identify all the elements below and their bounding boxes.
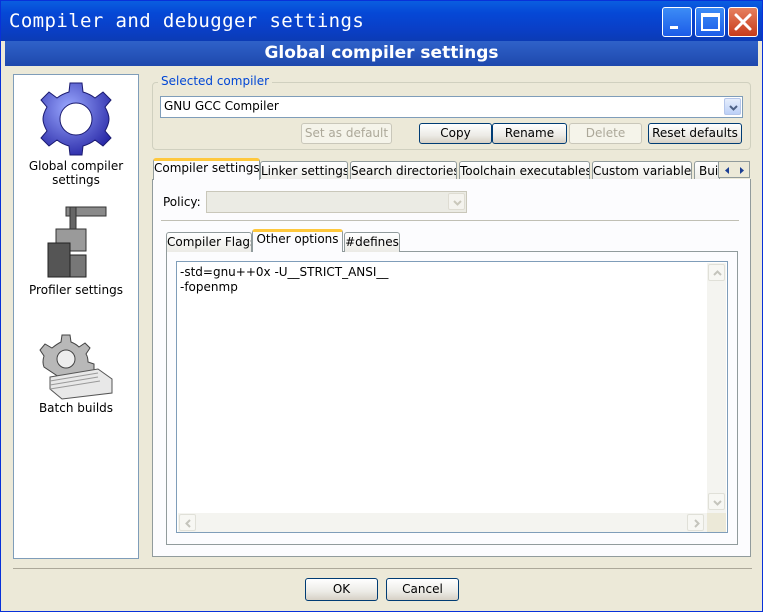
cancel-button[interactable]: Cancel	[386, 578, 459, 601]
policy-label: Policy:	[163, 195, 201, 209]
other-options-editor[interactable]: -std=gnu++0x -U__STRICT_ANSI__ -fopenmp	[176, 261, 728, 533]
vertical-scrollbar[interactable]	[707, 263, 726, 513]
policy-select[interactable]	[206, 191, 467, 213]
chevron-down-icon	[448, 193, 465, 210]
reset-defaults-button[interactable]: Reset defaults	[648, 123, 742, 144]
rename-button[interactable]: Rename	[492, 123, 567, 144]
tab-compiler-settings[interactable]: Compiler settings	[153, 158, 260, 180]
maximize-button[interactable]	[695, 7, 725, 37]
editor-line: -std=gnu++0x -U__STRICT_ANSI__	[180, 265, 389, 279]
title-bar[interactable]: Compiler and debugger settings	[1, 1, 762, 41]
tab-compiler-flags[interactable]: Compiler Flags	[166, 232, 252, 252]
compiler-select[interactable]: GNU GCC Compiler	[160, 96, 743, 118]
scroll-up-button[interactable]	[708, 264, 725, 281]
chevron-down-icon	[724, 98, 741, 115]
sidebar-item-label: Global compiler settings	[28, 159, 124, 187]
gear-icon	[40, 82, 112, 156]
horizontal-scrollbar[interactable]	[178, 513, 707, 532]
tab-scroll-arrows-icon[interactable]	[719, 162, 751, 179]
scroll-left-button[interactable]	[179, 514, 196, 531]
tab-defines[interactable]: #defines	[344, 232, 400, 252]
profiler-icon	[47, 206, 107, 278]
chevron-down-icon	[713, 500, 722, 506]
compiler-select-value: GNU GCC Compiler	[164, 99, 279, 113]
sidebar-item-profiler[interactable]: Profiler settings	[14, 203, 138, 297]
window-title: Compiler and debugger settings	[9, 10, 365, 32]
scroll-right-button[interactable]	[687, 514, 704, 531]
set-default-button[interactable]: Set as default	[301, 123, 392, 144]
tab-other-options[interactable]: Other options	[252, 229, 343, 252]
tab-custom-variables[interactable]: Custom variables	[592, 161, 692, 181]
settings-sidebar: Global compiler settings Profiler settin…	[13, 74, 139, 559]
close-icon	[734, 13, 752, 31]
scroll-down-button[interactable]	[708, 493, 725, 510]
scrollbar-corner	[707, 513, 726, 532]
batch-builds-icon	[39, 334, 113, 400]
sidebar-item-label: Profiler settings	[29, 283, 123, 297]
tab-toolchain-executables[interactable]: Toolchain executables	[459, 161, 590, 181]
settings-dialog: Compiler and debugger settings Global co…	[0, 0, 763, 612]
chevron-left-icon	[185, 519, 191, 528]
tab-scroll-buttons	[718, 161, 750, 178]
tab-build-options[interactable]: Bui	[694, 161, 720, 181]
chevron-up-icon	[713, 270, 722, 276]
chevron-right-icon	[694, 519, 700, 528]
maximize-icon	[701, 13, 720, 31]
panel-header: Global compiler settings	[5, 41, 758, 66]
tab-linker-settings[interactable]: Linker settings	[260, 161, 348, 181]
sidebar-item-batch-builds[interactable]: Batch builds	[14, 331, 138, 415]
sidebar-item-global-compiler[interactable]: Global compiler settings	[14, 79, 138, 187]
ok-button[interactable]: OK	[305, 578, 378, 601]
minimize-button[interactable]	[662, 7, 692, 37]
delete-button[interactable]: Delete	[569, 123, 642, 144]
sidebar-item-label: Batch builds	[38, 401, 114, 415]
editor-line: -fopenmp	[180, 280, 238, 294]
tab-search-directories[interactable]: Search directories	[350, 161, 457, 181]
minimize-icon	[670, 26, 678, 29]
close-button[interactable]	[728, 7, 758, 37]
selected-compiler-label: Selected compiler	[158, 74, 273, 88]
policy-separator	[161, 220, 739, 221]
copy-button[interactable]: Copy	[419, 123, 492, 144]
dialog-separator	[13, 568, 752, 569]
